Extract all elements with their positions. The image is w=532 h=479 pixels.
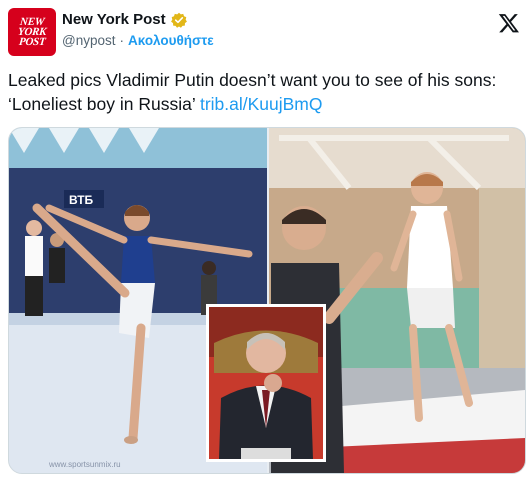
verified-badge-icon [170, 12, 187, 28]
handle-row: @nypost · Ακολουθήστε [62, 33, 214, 48]
tweet-text: Leaked pics Vladimir Putin doesn’t want … [8, 68, 508, 116]
follow-button[interactable]: Ακολουθήστε [128, 33, 214, 48]
media-collage: ВТБ www.sportsunmix.ru [9, 128, 525, 473]
display-name[interactable]: New York Post [62, 11, 166, 28]
separator: · [119, 33, 124, 48]
banner-text: ВТБ [69, 193, 94, 207]
putin-inset-photo [206, 304, 326, 462]
watermark: www.sportsunmix.ru [48, 460, 121, 469]
x-logo-icon[interactable] [498, 12, 520, 34]
handle[interactable]: @nypost [62, 33, 115, 48]
tweet-card: NEW YORK POST New York Post @nypost · Ακ… [0, 0, 532, 479]
tweet-media[interactable]: ВТБ www.sportsunmix.ru [8, 127, 526, 474]
name-row: New York Post [62, 11, 187, 28]
tweet-link[interactable]: trib.al/KuujBmQ [200, 94, 323, 114]
avatar-line-3: POST [18, 36, 46, 48]
nypost-avatar[interactable]: NEW YORK POST [8, 8, 56, 56]
